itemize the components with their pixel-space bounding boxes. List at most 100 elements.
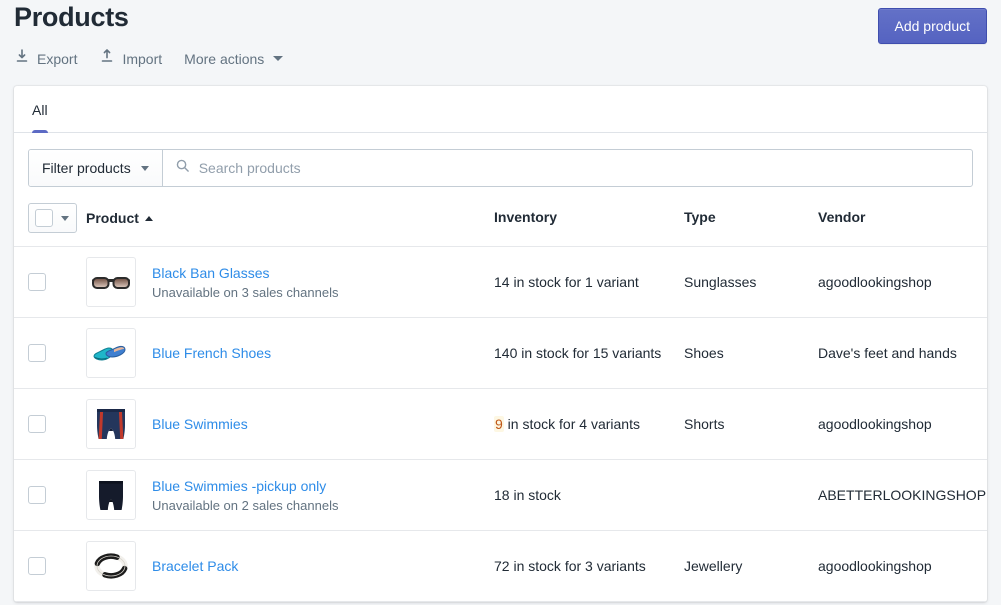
bulk-select-control[interactable] xyxy=(28,203,77,233)
inventory-cell: 140 in stock for 15 variants xyxy=(494,343,684,363)
search-input[interactable] xyxy=(198,158,960,178)
table-row[interactable]: Bracelet Pack 72 in stock for 3 variants… xyxy=(14,531,987,602)
sort-by-product-button[interactable]: Product xyxy=(86,210,153,226)
tab-all-label: All xyxy=(32,102,48,118)
import-icon xyxy=(99,48,115,69)
chevron-down-icon xyxy=(140,165,149,171)
product-cell: Blue Swimmies -pickup only Unavailable o… xyxy=(86,470,494,520)
low-stock-count: 9 xyxy=(494,416,504,432)
row-select-cell xyxy=(28,415,86,433)
vendor-cell: agoodlookingshop xyxy=(818,416,932,432)
filter-products-label: Filter products xyxy=(42,160,131,176)
inventory-cell: 18 in stock xyxy=(494,485,684,505)
header-select-cell xyxy=(28,203,86,233)
row-checkbox[interactable] xyxy=(28,557,46,575)
header-product-cell: Product xyxy=(86,210,494,226)
table-row[interactable]: Blue Swimmies 9 in stock for 4 variants … xyxy=(14,389,987,460)
type-cell: Shorts xyxy=(684,416,725,432)
filter-products-button[interactable]: Filter products xyxy=(29,150,163,186)
chevron-down-icon xyxy=(61,215,69,221)
tab-all[interactable]: All xyxy=(20,86,60,133)
inventory-suffix: in stock xyxy=(509,487,561,503)
inventory-suffix: in stock for 3 variants xyxy=(509,558,646,574)
inventory-cell: 72 in stock for 3 variants xyxy=(494,556,684,576)
swim-shorts-thumbnail xyxy=(86,399,136,449)
product-info: Blue French Shoes xyxy=(152,343,271,363)
product-cell: Bracelet Pack xyxy=(86,541,494,591)
product-info: Blue Swimmies xyxy=(152,414,248,434)
column-header-type: Type xyxy=(684,209,716,225)
table-row[interactable]: Blue Swimmies -pickup only Unavailable o… xyxy=(14,460,987,531)
navy-shorts-thumbnail xyxy=(86,470,136,520)
filter-control: Filter products xyxy=(28,149,973,187)
tab-bar: All xyxy=(14,86,987,133)
table-row[interactable]: Blue French Shoes 140 in stock for 15 va… xyxy=(14,318,987,389)
products-card: All Filter products Search products Prod… xyxy=(14,86,987,602)
filter-row: Filter products xyxy=(14,133,987,203)
header-inventory-cell: Inventory xyxy=(494,209,684,227)
more-actions-label: More actions xyxy=(184,50,265,67)
vendor-cell: agoodlookingshop xyxy=(818,274,932,290)
product-cell: Black Ban Glasses Unavailable on 3 sales… xyxy=(86,257,494,307)
sort-ascending-icon xyxy=(144,215,153,221)
export-button[interactable]: Export xyxy=(14,48,77,69)
inventory-suffix: in stock for 15 variants xyxy=(517,345,662,361)
row-checkbox[interactable] xyxy=(28,415,46,433)
column-header-product: Product xyxy=(86,210,139,226)
search-icon xyxy=(175,158,190,178)
inventory-suffix: in stock for 1 variant xyxy=(509,274,639,290)
product-subtitle: Unavailable on 2 sales channels xyxy=(152,497,339,513)
type-cell: Shoes xyxy=(684,345,724,361)
row-select-cell xyxy=(28,273,86,291)
export-icon xyxy=(14,48,30,69)
product-name-link[interactable]: Blue Swimmies -pickup only xyxy=(152,476,338,496)
more-actions-button[interactable]: More actions xyxy=(184,49,284,69)
row-select-cell xyxy=(28,486,86,504)
page-action-bar: Export Import More actions xyxy=(14,48,987,69)
sunglasses-thumbnail xyxy=(86,257,136,307)
bracelet-thumbnail xyxy=(86,541,136,591)
products-table: Product Inventory Type Vendor Black Ban … xyxy=(14,203,987,602)
product-cell: Blue French Shoes xyxy=(86,328,494,378)
product-name-link[interactable]: Blue Swimmies xyxy=(152,414,248,434)
table-header-row: Product Inventory Type Vendor xyxy=(14,203,987,247)
select-all-checkbox[interactable] xyxy=(35,209,53,227)
row-checkbox[interactable] xyxy=(28,273,46,291)
product-name-link[interactable]: Bracelet Pack xyxy=(152,556,238,576)
type-cell: Sunglasses xyxy=(684,274,757,290)
inventory-cell: 9 in stock for 4 variants xyxy=(494,414,684,434)
shoes-thumbnail xyxy=(86,328,136,378)
inventory-suffix: in stock for 4 variants xyxy=(503,416,640,432)
page-title: Products xyxy=(14,2,129,32)
export-label: Export xyxy=(37,50,78,67)
inventory-count: 18 xyxy=(494,487,510,503)
add-product-button[interactable]: Add product xyxy=(877,8,987,44)
header-type-cell: Type xyxy=(684,209,818,227)
page-header: Products Export Import More actions Add … xyxy=(0,0,1001,86)
product-cell: Blue Swimmies xyxy=(86,399,494,449)
vendor-cell: agoodlookingshop xyxy=(818,558,932,574)
import-label: Import xyxy=(122,50,163,67)
header-vendor-cell: Vendor xyxy=(818,209,973,227)
table-row[interactable]: Black Ban Glasses Unavailable on 3 sales… xyxy=(14,247,987,318)
row-checkbox[interactable] xyxy=(28,344,46,362)
column-header-vendor: Vendor xyxy=(818,209,866,225)
product-info: Bracelet Pack xyxy=(152,556,238,576)
inventory-cell: 14 in stock for 1 variant xyxy=(494,272,684,292)
search-field[interactable] xyxy=(163,150,972,186)
row-select-cell xyxy=(28,344,86,362)
vendor-cell: ABETTERLOOKINGSHOP xyxy=(818,487,987,503)
row-select-cell xyxy=(28,557,86,575)
type-cell: Jewellery xyxy=(684,558,743,574)
column-header-inventory: Inventory xyxy=(494,209,558,225)
inventory-count: 140 xyxy=(494,345,518,361)
product-name-link[interactable]: Blue French Shoes xyxy=(152,343,271,363)
inventory-count: 72 xyxy=(494,558,510,574)
inventory-count: 14 xyxy=(494,274,510,290)
product-name-link[interactable]: Black Ban Glasses xyxy=(152,263,338,283)
product-subtitle: Unavailable on 3 sales channels xyxy=(152,284,339,300)
chevron-down-icon xyxy=(273,56,284,61)
vendor-cell: Dave's feet and hands xyxy=(818,345,957,361)
row-checkbox[interactable] xyxy=(28,486,46,504)
import-button[interactable]: Import xyxy=(99,48,162,69)
